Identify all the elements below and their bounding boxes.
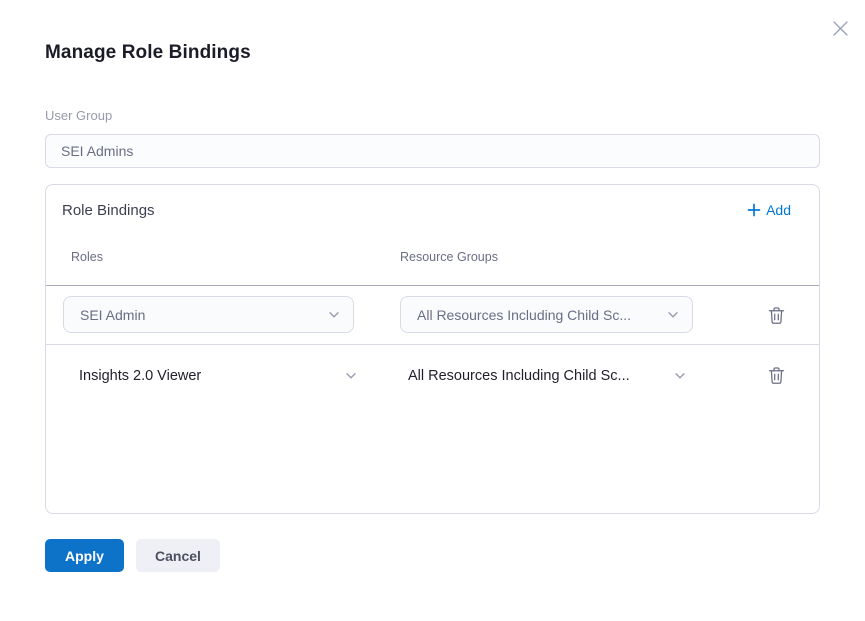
resource-group-select-value: All Resources Including Child Sc... xyxy=(408,368,630,384)
role-select-row-0[interactable]: SEI Admin xyxy=(63,296,354,333)
role-select-row-1[interactable]: Insights 2.0 Viewer xyxy=(79,366,357,386)
user-group-input[interactable] xyxy=(45,134,820,168)
add-button-label: Add xyxy=(766,202,791,218)
trash-icon xyxy=(768,306,785,325)
plus-icon xyxy=(747,203,761,217)
chevron-down-icon xyxy=(328,311,340,319)
delete-row-button[interactable] xyxy=(761,302,791,328)
apply-button[interactable]: Apply xyxy=(45,539,124,572)
delete-row-button[interactable] xyxy=(761,362,791,388)
role-bindings-card: Role Bindings Add Roles Resource Groups … xyxy=(45,184,820,514)
resource-group-select-value: All Resources Including Child Sc... xyxy=(417,307,631,323)
role-bindings-title: Role Bindings xyxy=(62,202,155,219)
row-divider xyxy=(46,344,819,345)
header-divider xyxy=(46,285,819,286)
page-title: Manage Role Bindings xyxy=(45,42,251,64)
add-role-binding-button[interactable]: Add xyxy=(747,202,791,218)
user-group-label: User Group xyxy=(45,108,112,123)
close-icon[interactable] xyxy=(829,17,851,39)
chevron-down-icon xyxy=(674,372,686,380)
role-select-value: SEI Admin xyxy=(80,307,145,323)
chevron-down-icon xyxy=(345,372,357,380)
x-glyph xyxy=(832,20,849,37)
role-select-value: Insights 2.0 Viewer xyxy=(79,368,201,384)
cancel-button[interactable]: Cancel xyxy=(136,539,220,572)
resource-group-select-row-0[interactable]: All Resources Including Child Sc... xyxy=(400,296,693,333)
chevron-down-icon xyxy=(667,311,679,319)
resource-group-select-row-1[interactable]: All Resources Including Child Sc... xyxy=(408,366,686,386)
column-header-roles: Roles xyxy=(71,250,103,264)
column-header-resource-groups: Resource Groups xyxy=(400,250,498,264)
trash-icon xyxy=(768,366,785,385)
